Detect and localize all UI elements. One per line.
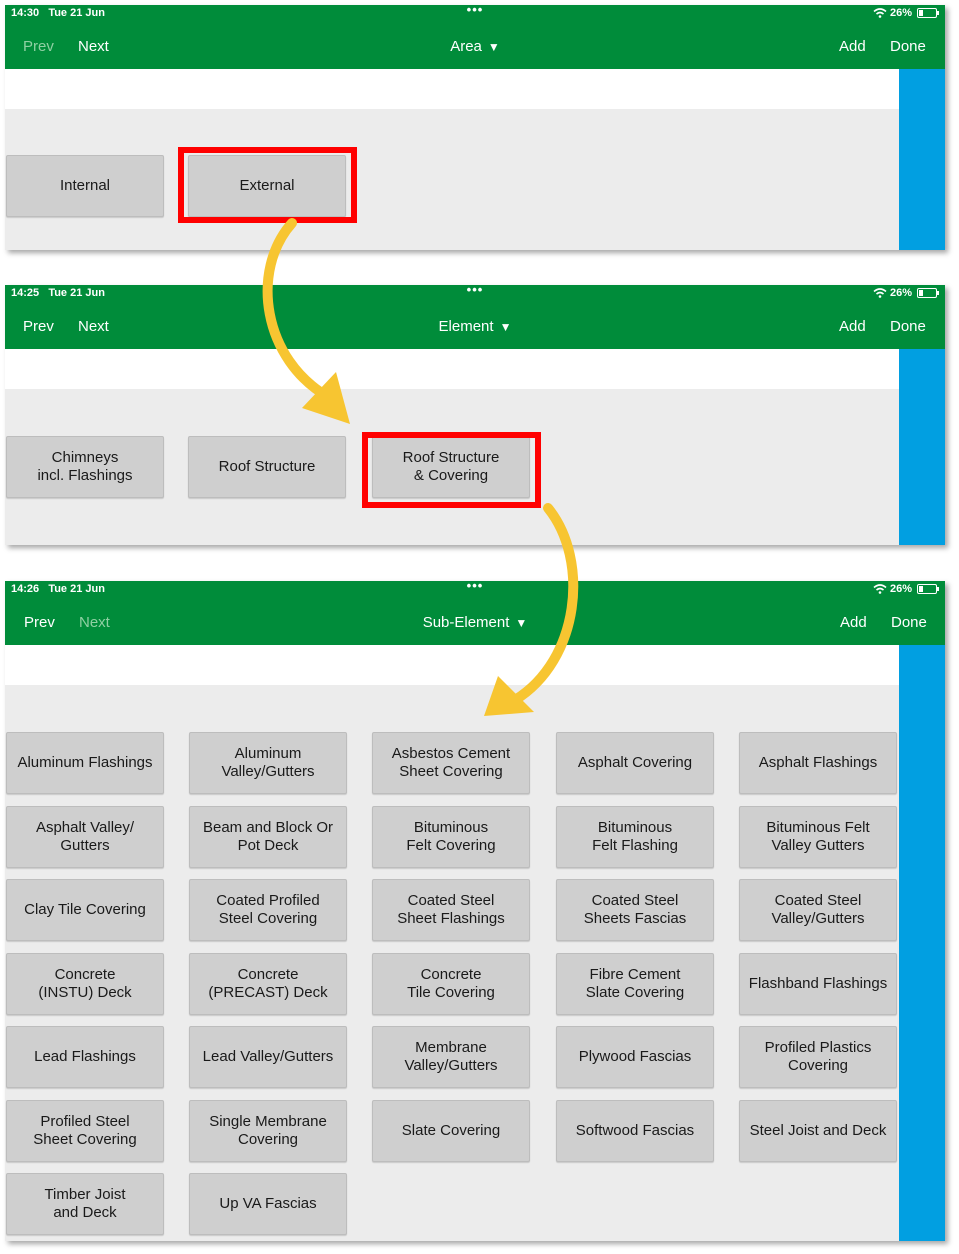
flow-arrows xyxy=(262,218,579,716)
curved-arrow-icon xyxy=(484,503,579,716)
curved-arrow-icon xyxy=(262,218,350,424)
